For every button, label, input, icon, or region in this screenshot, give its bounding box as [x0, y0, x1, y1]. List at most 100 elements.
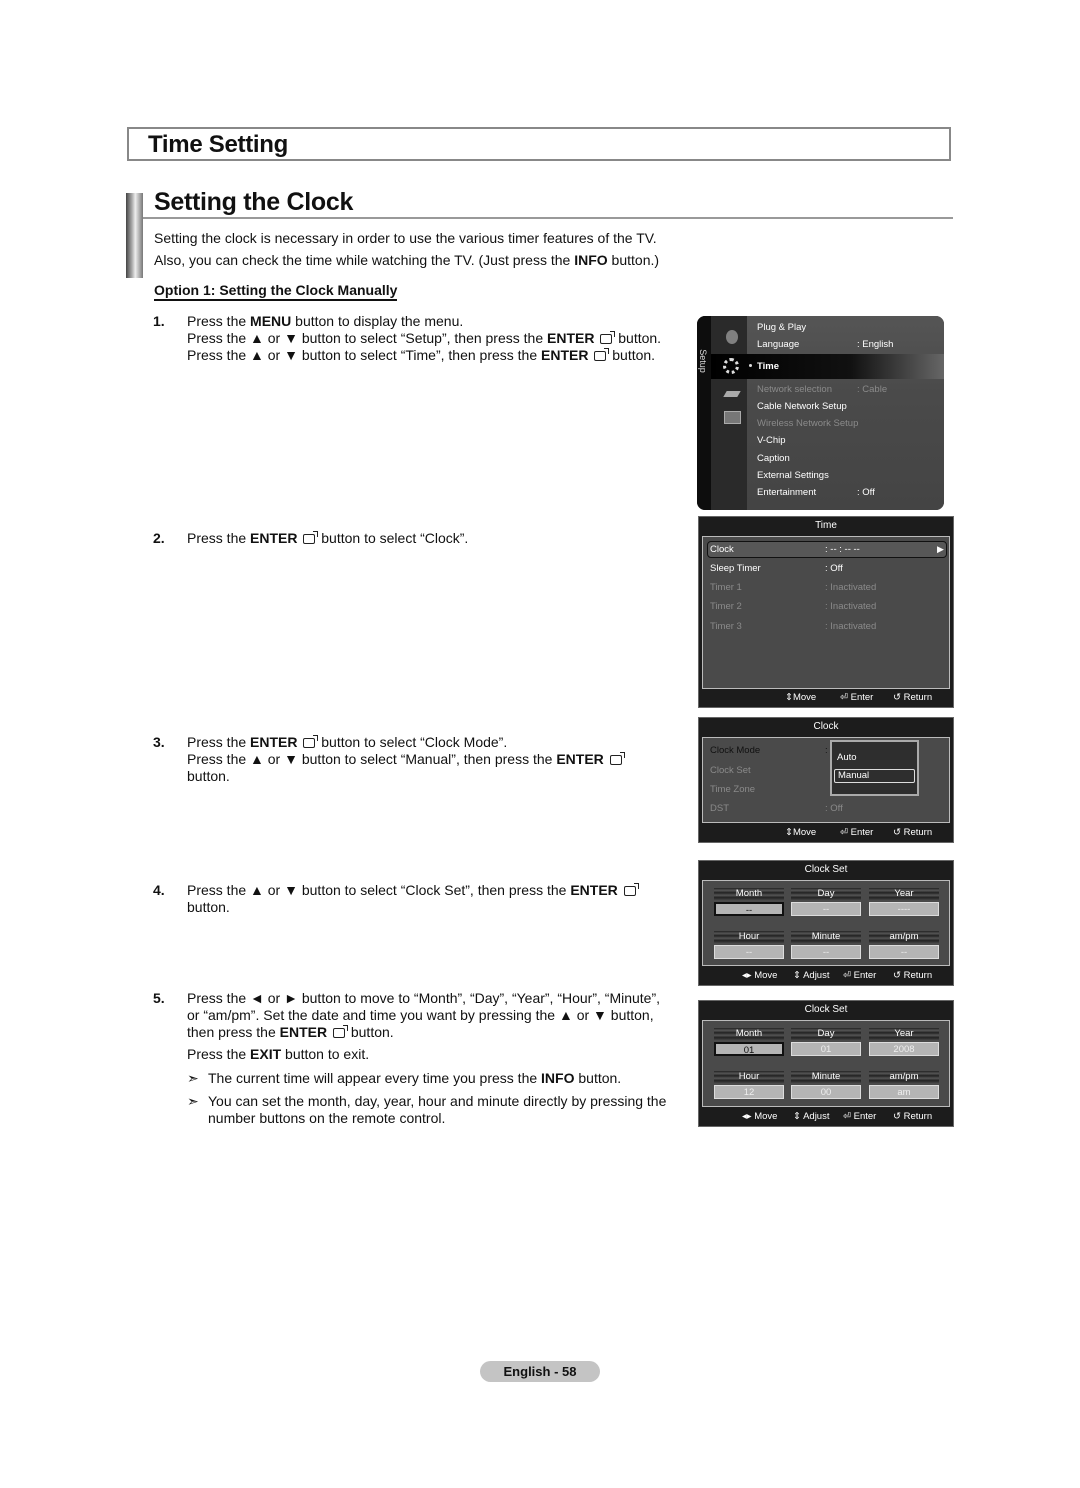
menu-item-timer-1[interactable]: Timer 1	[710, 582, 742, 593]
menu-item-entertainment[interactable]: Entertainment	[757, 487, 816, 498]
page-number-badge: English - 58	[480, 1361, 600, 1382]
footer-label: Enter	[853, 1111, 877, 1122]
section-title: Time Setting	[148, 131, 288, 158]
field-minute[interactable]: 00	[791, 1085, 861, 1099]
field-ampm[interactable]: am	[869, 1085, 939, 1099]
step-number: 1.	[153, 313, 165, 329]
field-year[interactable]: 2008	[869, 1042, 939, 1056]
enter-key-icon	[609, 752, 625, 765]
clock-mode-dropdown[interactable]: Auto Manual	[830, 740, 919, 796]
menu-item-clock-set[interactable]: Clock Set	[710, 765, 751, 776]
subsection-rule	[143, 217, 953, 219]
leftright-icon: ◂▸	[742, 970, 755, 981]
note-2: ➣ You can set the month, day, year, hour …	[187, 1093, 697, 1127]
menu-item-clock-mode[interactable]: Clock Mode	[710, 745, 760, 756]
picture-icon[interactable]	[726, 330, 738, 344]
screen-title: Clock Set	[804, 864, 848, 875]
setup-gear-icon[interactable]	[723, 358, 739, 374]
step-line: Press the MENU button to display the men…	[187, 313, 464, 329]
field-day[interactable]: --	[791, 902, 861, 916]
step-number: 3.	[153, 734, 165, 750]
field-label-month: Month	[714, 888, 784, 900]
step-line: then press the ENTER button.	[187, 1024, 394, 1040]
return-icon: ↺	[893, 692, 904, 703]
menu-item-cable-network-setup[interactable]: Cable Network Setup	[757, 401, 847, 412]
menu-item-plug-play[interactable]: Plug & Play	[757, 322, 806, 333]
step-line: Press the EXIT button to exit.	[187, 1046, 370, 1062]
field-label-hour: Hour	[714, 931, 784, 943]
menu-item-value: : Cable	[857, 384, 888, 395]
note-arrow-icon: ➣	[187, 1093, 199, 1109]
updown-icon: ⇕	[785, 827, 793, 838]
dropdown-option-manual[interactable]: Manual	[834, 769, 915, 783]
footer-label: Return	[903, 1111, 933, 1122]
menu-item-value: : Inactivated	[825, 601, 877, 612]
field-label-hour: Hour	[714, 1071, 784, 1083]
menu-item-external-settings[interactable]: External Settings	[757, 470, 829, 481]
note-1: ➣ The current time will appear every time…	[187, 1070, 697, 1087]
menu-item-dst[interactable]: DST	[710, 803, 729, 814]
field-hour[interactable]: 12	[714, 1085, 784, 1099]
menu-item-v-chip[interactable]: V-Chip	[757, 435, 786, 446]
menu-item-timer-2[interactable]: Timer 2	[710, 601, 742, 612]
enter-key-icon	[623, 883, 639, 896]
step-line: or “am/pm”. Set the date and time you wa…	[187, 1007, 654, 1023]
field-month[interactable]: 01	[714, 1042, 784, 1056]
enter-icon: ⏎	[840, 827, 851, 838]
menu-item-language[interactable]: Language	[757, 339, 799, 350]
screen-title: Time	[815, 520, 837, 531]
step-number: 5.	[153, 990, 165, 1006]
footer-label: Return	[903, 827, 933, 838]
menu-item-network-selection[interactable]: Network selection	[757, 384, 832, 395]
step-number: 4.	[153, 882, 165, 898]
menu-item-timer-3[interactable]: Timer 3	[710, 621, 742, 632]
menu-item-value: : English	[857, 339, 894, 350]
note-text: The current time will appear every time …	[208, 1070, 622, 1086]
leftright-icon: ◂▸	[742, 1111, 755, 1122]
field-minute[interactable]: --	[791, 945, 861, 959]
menu-item-value: : Inactivated	[825, 621, 877, 632]
footer-label: Move	[792, 692, 817, 703]
footer-label: Enter	[853, 970, 877, 981]
menu-item-clock[interactable]: Clock	[710, 544, 734, 555]
step-4-text: Press the ▲ or ▼ button to select “Clock…	[187, 882, 687, 916]
step-5-text: Press the ◄ or ► button to move to “Mont…	[187, 990, 697, 1063]
footer-label: Move	[792, 827, 817, 838]
enter-key-icon	[600, 331, 616, 344]
footer-move: ⇕Move	[785, 692, 816, 703]
field-day[interactable]: 01	[791, 1042, 861, 1056]
footer-label: Return	[903, 692, 933, 703]
field-month[interactable]: --	[714, 902, 784, 916]
field-label-ampm: am/pm	[869, 931, 939, 943]
menu-item-caption[interactable]: Caption	[757, 453, 790, 464]
clock-set-screen-filled: Clock Set Month Day Year 01 01 2008 Hour…	[698, 1000, 954, 1127]
field-label-day: Day	[791, 1028, 861, 1040]
footer-label: Move	[754, 970, 778, 981]
field-year[interactable]: ----	[869, 902, 939, 916]
step-line: button.	[187, 768, 230, 784]
field-hour[interactable]: --	[714, 945, 784, 959]
menu-item-value: : Inactivated	[825, 582, 877, 593]
step-number: 2.	[153, 530, 165, 546]
step-3-text: Press the ENTER button to select “Clock …	[187, 734, 687, 785]
subsection-accent-bar	[126, 193, 143, 278]
enter-key-icon	[594, 348, 610, 361]
menu-item-time-zone[interactable]: Time Zone	[710, 784, 755, 795]
screen-title: Clock	[813, 721, 839, 732]
application-icon[interactable]	[724, 411, 741, 424]
menu-item-value: : Off	[825, 563, 843, 574]
field-ampm[interactable]: --	[869, 945, 939, 959]
menu-item-time[interactable]: Time	[757, 361, 779, 372]
enter-key-icon	[303, 735, 319, 748]
field-label-month: Month	[714, 1028, 784, 1040]
intro-line-2: Also, you can check the time while watch…	[154, 252, 660, 268]
menu-item-wireless-network-setup[interactable]: Wireless Network Setup	[757, 418, 858, 429]
footer-move: ⇕Move	[785, 827, 816, 838]
footer-label: Adjust	[803, 970, 830, 981]
menu-item-sleep-timer[interactable]: Sleep Timer	[710, 563, 761, 574]
return-icon: ↺	[893, 1111, 904, 1122]
footer-enter: ⏎ Enter	[843, 1111, 876, 1122]
dropdown-option-auto[interactable]: Auto	[837, 752, 857, 763]
footer-label: Move	[754, 1111, 778, 1122]
footer-label: Enter	[850, 827, 874, 838]
